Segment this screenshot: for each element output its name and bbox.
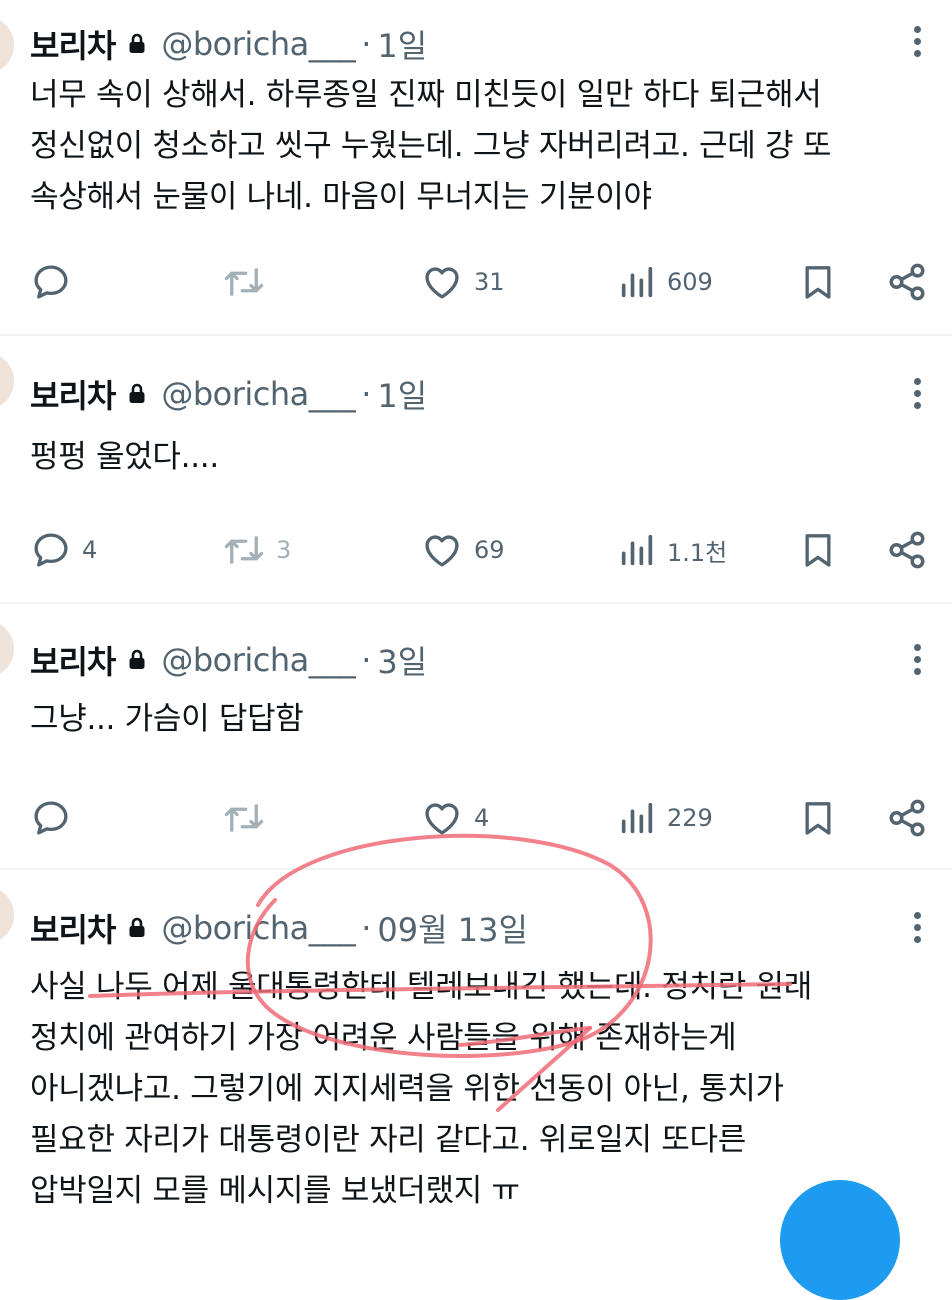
more-icon[interactable] <box>912 26 922 62</box>
timestamp[interactable]: 3일 <box>377 637 427 683</box>
tweet[interactable]: 보리차 @boricha___ · 1일 너무 속이 상해서. 하루종일 진짜 … <box>0 0 952 336</box>
bookmark-button[interactable] <box>798 258 838 306</box>
tweet-text: 너무 속이 상해서. 하루종일 진짜 미친듯이 일만 하다 퇴근해서 정신없이 … <box>30 77 832 215</box>
heart-icon <box>420 261 464 303</box>
retweet-button[interactable] <box>222 258 276 306</box>
view-count: 229 <box>667 804 713 832</box>
action-bar: 31 609 <box>0 258 952 306</box>
bookmark-icon <box>798 529 838 571</box>
retweet-icon <box>222 261 266 303</box>
view-count: 609 <box>667 268 713 296</box>
separator-dot: · <box>361 909 372 947</box>
tweet[interactable]: 보리차 @boricha___ · 1일 펑펑 울었다.... 4 3 69 1… <box>0 336 952 604</box>
tweet-header: 보리차 @boricha___ · 3일 <box>30 634 427 686</box>
separator-dot: · <box>361 641 372 679</box>
retweet-button[interactable]: 3 <box>222 526 291 574</box>
timestamp[interactable]: 1일 <box>377 21 427 67</box>
share-icon <box>886 797 928 839</box>
like-count: 4 <box>474 804 490 832</box>
share-button[interactable] <box>886 794 928 842</box>
reply-button[interactable] <box>30 794 82 842</box>
lock-icon <box>125 29 149 59</box>
tweet-header: 보리차 @boricha___ · 1일 <box>30 18 427 70</box>
avatar[interactable] <box>0 16 14 74</box>
bookmark-icon <box>798 797 838 839</box>
share-icon <box>886 529 928 571</box>
heart-icon <box>420 797 464 839</box>
retweet-button[interactable] <box>222 794 276 842</box>
more-icon[interactable] <box>912 912 922 948</box>
tweet-text: 그냥... 가슴이 답답함 <box>30 701 304 737</box>
timestamp[interactable]: 09월 13일 <box>377 905 528 951</box>
retweet-icon <box>222 529 266 571</box>
user-handle[interactable]: @boricha___ <box>161 641 355 679</box>
user-handle[interactable]: @boricha___ <box>161 909 355 947</box>
lock-icon <box>125 645 149 675</box>
reply-button[interactable]: 4 <box>30 526 97 574</box>
retweet-count: 3 <box>276 536 292 564</box>
views-button[interactable]: 229 <box>617 794 713 842</box>
reply-icon <box>30 797 72 839</box>
lock-icon <box>125 379 149 409</box>
share-button[interactable] <box>886 258 928 306</box>
like-count: 31 <box>474 268 505 296</box>
compose-button[interactable] <box>780 1180 900 1300</box>
like-button[interactable]: 4 <box>420 794 489 842</box>
display-name[interactable]: 보리차 <box>30 371 116 417</box>
avatar[interactable] <box>0 352 14 410</box>
like-button[interactable]: 69 <box>420 526 505 574</box>
views-button[interactable]: 1.1천 <box>617 526 727 574</box>
view-count: 1.1천 <box>667 538 728 567</box>
timestamp[interactable]: 1일 <box>377 371 427 417</box>
tweet[interactable]: 보리차 @boricha___ · 3일 그냥... 가슴이 답답함 4 229 <box>0 604 952 870</box>
like-count: 69 <box>474 536 505 564</box>
tweet-text: 펑펑 울었다.... <box>30 439 219 475</box>
views-icon <box>617 529 657 571</box>
separator-dot: · <box>361 375 372 413</box>
more-icon[interactable] <box>912 644 922 680</box>
tweet-header: 보리차 @boricha___ · 1일 <box>30 368 427 420</box>
reply-button[interactable] <box>30 258 82 306</box>
user-handle[interactable]: @boricha___ <box>161 375 355 413</box>
action-bar: 4 229 <box>0 794 952 842</box>
avatar[interactable] <box>0 620 14 678</box>
reply-count: 4 <box>82 536 98 564</box>
views-button[interactable]: 609 <box>617 258 713 306</box>
views-icon <box>617 797 657 839</box>
retweet-icon <box>222 797 266 839</box>
bookmark-button[interactable] <box>798 794 838 842</box>
like-button[interactable]: 31 <box>420 258 505 306</box>
tweet-header: 보리차 @boricha___ · 09월 13일 <box>30 902 528 954</box>
reply-icon <box>30 261 72 303</box>
tweet[interactable]: 보리차 @boricha___ · 09월 13일 사실 나두 어제 울대통령한… <box>0 870 952 1210</box>
reply-icon <box>30 529 72 571</box>
display-name[interactable]: 보리차 <box>30 21 116 67</box>
bookmark-button[interactable] <box>798 526 838 574</box>
display-name[interactable]: 보리차 <box>30 905 116 951</box>
avatar[interactable] <box>0 886 14 944</box>
tweet-text: 사실 나두 어제 울대통령한테 텔레보내긴 했는데. 정치란 원래 정치에 관여… <box>30 969 812 1209</box>
more-icon[interactable] <box>912 378 922 414</box>
bookmark-icon <box>798 261 838 303</box>
action-bar: 4 3 69 1.1천 <box>0 526 952 574</box>
separator-dot: · <box>361 25 372 63</box>
lock-icon <box>125 913 149 943</box>
views-icon <box>617 261 657 303</box>
display-name[interactable]: 보리차 <box>30 637 116 683</box>
heart-icon <box>420 529 464 571</box>
share-button[interactable] <box>886 526 928 574</box>
user-handle[interactable]: @boricha___ <box>161 25 355 63</box>
share-icon <box>886 261 928 303</box>
